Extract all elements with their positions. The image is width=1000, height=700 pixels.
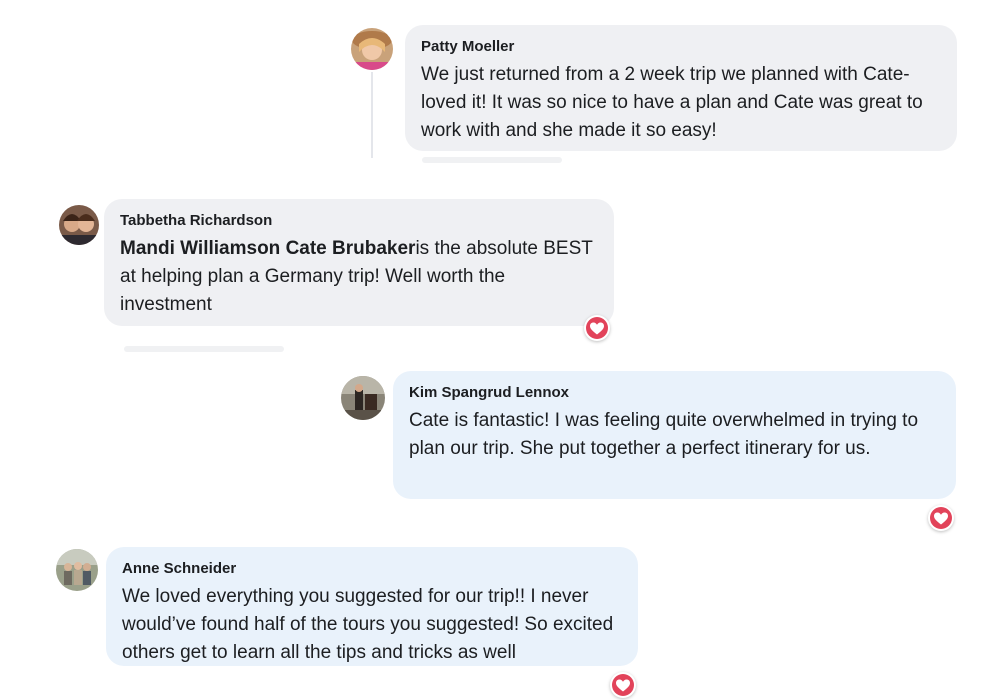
comment-author[interactable]: Anne Schneider bbox=[122, 559, 622, 579]
heart-icon bbox=[586, 317, 608, 339]
ghost-row bbox=[124, 346, 284, 352]
comment-text: We just returned from a 2 week trip we p… bbox=[421, 64, 923, 141]
comment-bubble: Patty Moeller We just returned from a 2 … bbox=[405, 25, 957, 151]
avatar[interactable] bbox=[59, 205, 99, 245]
comment-text: We loved everything you suggested for ou… bbox=[122, 586, 614, 663]
comment-bubble: Kim Spangrud Lennox Cate is fantastic! I… bbox=[393, 371, 956, 499]
comment-author[interactable]: Tabbetha Richardson bbox=[120, 211, 598, 231]
comment-author[interactable]: Patty Moeller bbox=[421, 37, 941, 57]
comment-text: Cate is fantastic! I was feeling quite o… bbox=[409, 410, 919, 459]
comment-bubble: Anne Schneider We loved everything you s… bbox=[106, 547, 638, 666]
avatar[interactable] bbox=[351, 28, 393, 70]
avatar[interactable] bbox=[56, 549, 98, 591]
heart-icon bbox=[930, 507, 952, 529]
avatar[interactable] bbox=[341, 376, 385, 420]
comment-text: Mandi Williamson Cate Brubakeris the abs… bbox=[120, 235, 598, 319]
mention-link[interactable]: Mandi Williamson Cate Brubaker bbox=[120, 238, 415, 259]
heart-reaction[interactable] bbox=[610, 672, 636, 698]
comment-bubble: Tabbetha Richardson Mandi Williamson Cat… bbox=[104, 199, 614, 326]
comment-author[interactable]: Kim Spangrud Lennox bbox=[409, 383, 940, 403]
heart-reaction[interactable] bbox=[928, 505, 954, 531]
ghost-row bbox=[422, 157, 562, 163]
heart-reaction[interactable] bbox=[584, 315, 610, 341]
thread-line bbox=[371, 72, 373, 158]
heart-icon bbox=[612, 674, 634, 696]
